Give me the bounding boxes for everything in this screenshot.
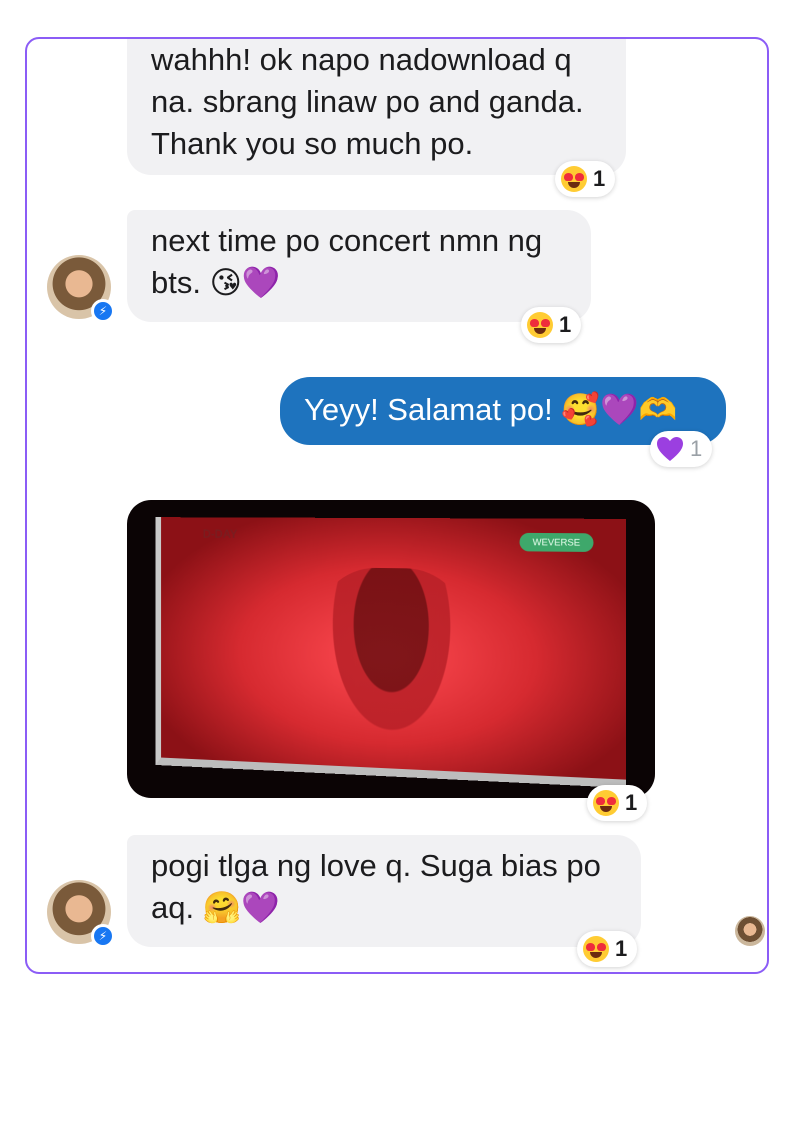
reaction-badge[interactable]: 1 — [587, 785, 648, 821]
reaction-badge[interactable]: 1 — [650, 431, 713, 467]
seen-avatar — [735, 916, 765, 946]
reaction-count: 1 — [593, 166, 606, 191]
message-bubble[interactable]: wahhh! ok napo nadownload q na. sbrang l… — [127, 39, 626, 175]
reaction-count: 1 — [615, 936, 628, 961]
heart-eyes-icon — [561, 166, 587, 192]
performer-figure — [317, 567, 467, 762]
heart-eyes-icon — [593, 790, 619, 816]
monitor-screen: D-DAY WEVERSE — [155, 517, 626, 788]
message-bubble[interactable]: pogi tlga ng love q. Suga bias po aq. 🤗💜 — [127, 835, 641, 947]
reaction-badge[interactable]: 1 — [555, 161, 616, 197]
message-text: next time po concert nmn ng bts. 😘💜 — [151, 223, 543, 300]
reaction-count: 1 — [625, 790, 638, 815]
reaction-count: 1 — [690, 436, 703, 461]
message-text: pogi tlga ng love q. Suga bias po aq. 🤗💜 — [151, 848, 601, 925]
message-text: Yeyy! Salamat po! 🥰💜🫶 — [304, 392, 678, 427]
heart-eyes-icon — [527, 312, 553, 338]
reaction-count: 1 — [559, 312, 572, 337]
messenger-icon: ⚡ — [91, 299, 115, 323]
reaction-badge[interactable]: 1 — [577, 931, 638, 967]
chat-frame: wahhh! ok napo nadownload q na. sbrang l… — [25, 37, 769, 974]
shared-photo[interactable]: D-DAY WEVERSE — [127, 500, 655, 798]
reaction-badge[interactable]: 1 — [521, 307, 582, 343]
platform-badge: WEVERSE — [519, 532, 594, 552]
messenger-icon: ⚡ — [91, 924, 115, 948]
purple-heart-icon — [657, 437, 683, 461]
message-bubble[interactable]: next time po concert nmn ng bts. 😘💜 — [127, 210, 591, 322]
message-text: wahhh! ok napo nadownload q na. sbrang l… — [151, 42, 584, 161]
channel-label: D-DAY — [202, 527, 238, 541]
contact-avatar[interactable]: ⚡ — [47, 255, 115, 323]
contact-avatar[interactable]: ⚡ — [47, 880, 115, 948]
heart-eyes-icon — [583, 936, 609, 962]
